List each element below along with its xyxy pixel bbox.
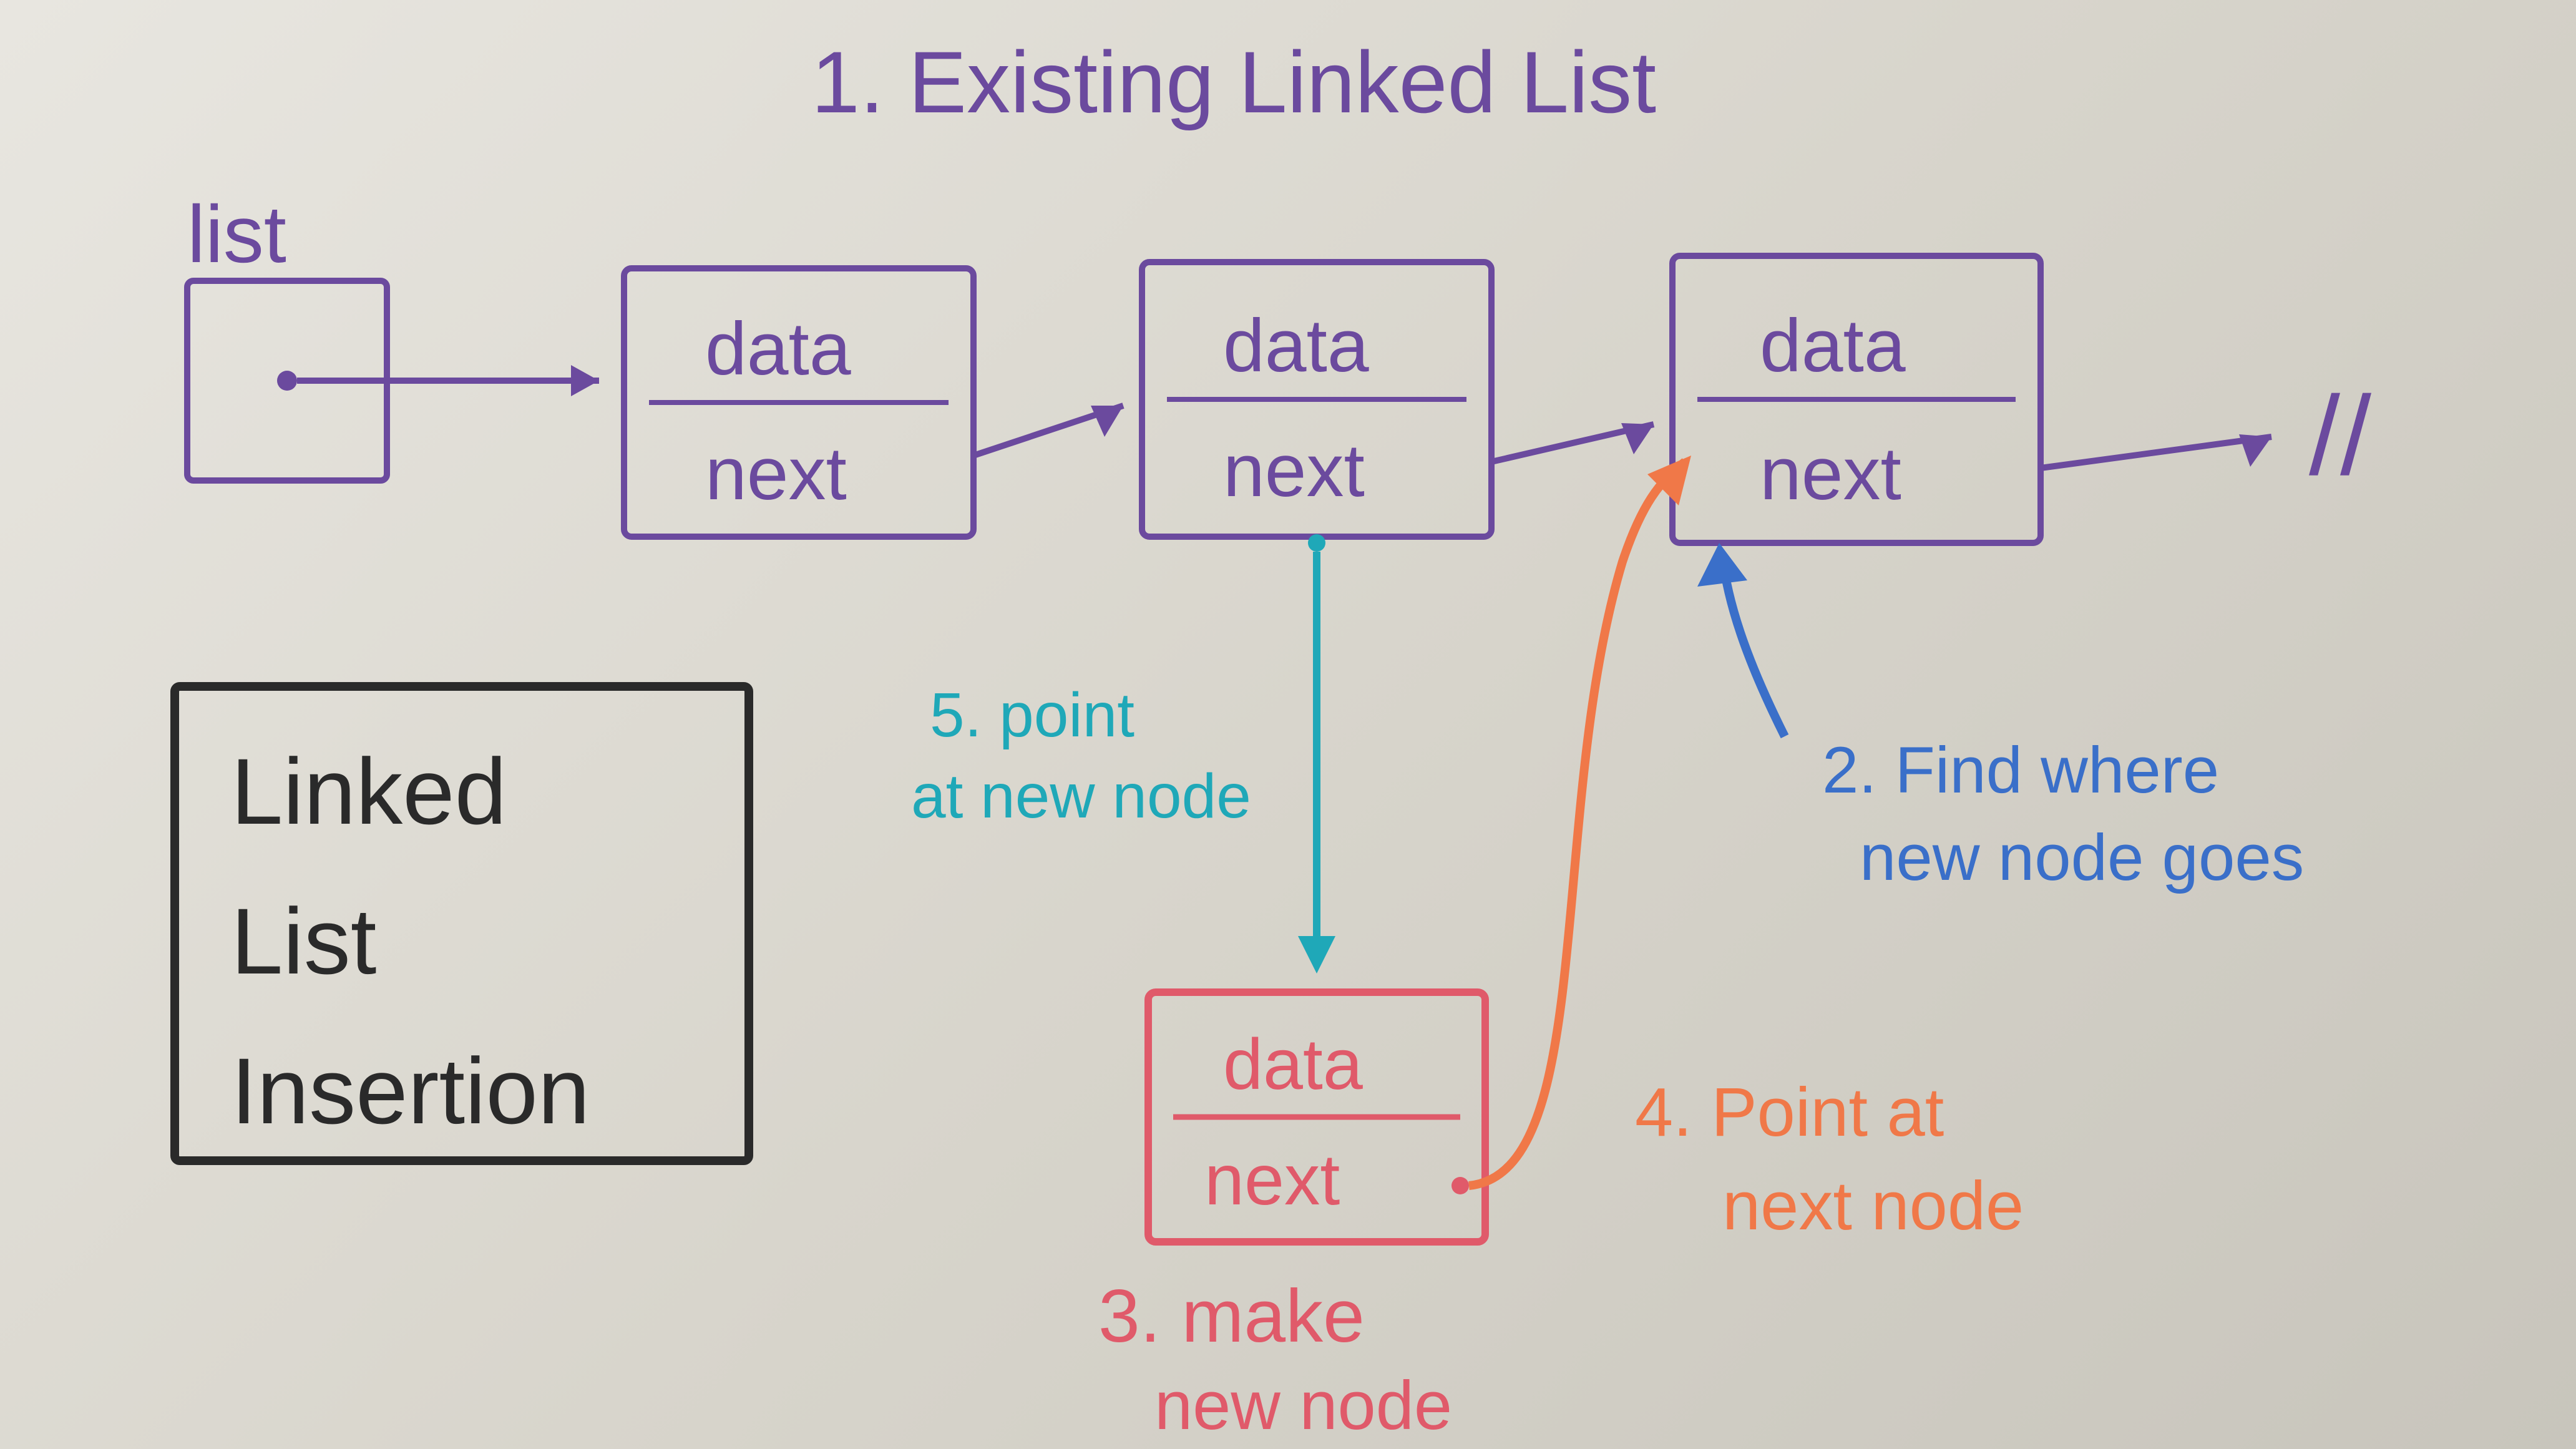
arrow-node3-to-null-tip — [2239, 434, 2271, 467]
node2-next: next — [1223, 429, 1365, 512]
legend-line3: Insertion — [231, 1038, 590, 1143]
arrow-head-to-node1-tip — [571, 365, 599, 396]
node2-data: data — [1223, 304, 1369, 388]
diagram-title: 1. Existing Linked List — [811, 33, 1656, 131]
legend-line1: Linked — [231, 739, 507, 844]
list-label: list — [187, 188, 286, 280]
new-node-next: next — [1204, 1140, 1340, 1220]
step2-arrow — [1722, 555, 1785, 736]
node3-data: data — [1760, 304, 1906, 388]
step3-label-line2: new node — [1154, 1367, 1452, 1444]
step5-dot — [1308, 534, 1325, 552]
node1-data: data — [705, 307, 851, 391]
step3-label-line1: 3. make — [1098, 1274, 1365, 1358]
step5-label-line1: 5. point — [930, 680, 1134, 750]
step2-label-line1: 2. Find where — [1822, 734, 2219, 807]
step2-arrow-tip — [1697, 543, 1747, 587]
step2-label-line2: new node goes — [1860, 821, 2304, 894]
node3-next: next — [1760, 432, 1901, 515]
new-node-data: data — [1223, 1025, 1363, 1105]
step4-label-line2: next node — [1722, 1168, 2024, 1244]
arrow-node2-to-node3-tip — [1621, 423, 1654, 454]
node1-next: next — [705, 432, 847, 515]
list-head-dot — [277, 371, 297, 391]
step5-arrow-tip — [1298, 936, 1335, 973]
arrow-node3-to-null — [2041, 437, 2271, 468]
step4-label-line1: 4. Point at — [1635, 1074, 1944, 1151]
new-node-next-dot — [1451, 1177, 1469, 1194]
null-symbol: // — [2309, 373, 2372, 499]
arrow-node1-to-node2-tip — [1091, 406, 1123, 437]
legend-line2: List — [231, 889, 376, 993]
step5-label-line2: at new node — [911, 761, 1251, 831]
